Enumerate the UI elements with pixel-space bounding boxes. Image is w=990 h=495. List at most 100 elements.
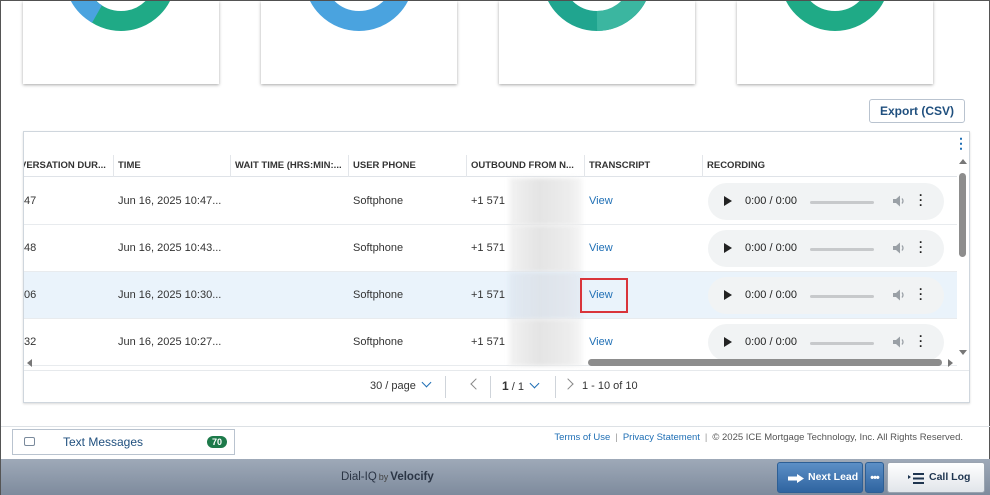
col-header-recording[interactable]: RECORDING [703, 155, 957, 177]
play-icon[interactable] [724, 290, 732, 300]
cell-user-phone: Softphone [353, 289, 404, 301]
col-header-transcript[interactable]: TRANSCRIPT [585, 155, 703, 177]
arrow-right-icon [788, 474, 804, 483]
donut-chart-2 [310, 1, 408, 31]
footer-divider [1, 426, 990, 427]
audio-options-kebab-icon[interactable]: · · · [919, 189, 923, 211]
page-select[interactable]: 1 / 1 [502, 371, 540, 402]
cell-time: Jun 16, 2025 10:30... [118, 289, 222, 301]
redacted-phone-number [509, 272, 582, 319]
dialer-bottom-bar: Dial-IQ by Velocify Next Lead ••• Call Log [1, 459, 990, 495]
cell-outbound-from: +1 571 [471, 242, 505, 254]
col-header-user-phone[interactable]: USER PHONE [349, 155, 467, 177]
cell-duration: 47 [24, 195, 37, 207]
divider: | [615, 432, 618, 443]
redacted-phone-number [509, 225, 582, 272]
volume-icon[interactable] [892, 241, 906, 255]
next-page-arrow-icon[interactable] [562, 378, 574, 390]
call-log-list-icon [908, 473, 924, 484]
copyright-text: © 2025 ICE Mortgage Technology, Inc. All… [712, 432, 963, 443]
terms-of-use-link[interactable]: Terms of Use [554, 432, 610, 443]
audio-options-kebab-icon[interactable]: · · · [919, 283, 923, 305]
previous-page-arrow-icon[interactable] [470, 378, 482, 390]
audio-progress-slider[interactable] [810, 295, 874, 298]
vertical-scroll-thumb[interactable] [959, 173, 966, 257]
scroll-up-arrow-icon[interactable] [959, 159, 967, 164]
next-lead-label: Next Lead [808, 471, 859, 483]
table-row-selected: 06 Jun 16, 2025 10:30... Softphone +1 57… [24, 272, 957, 319]
volume-icon[interactable] [892, 194, 906, 208]
chevron-down-icon [421, 377, 432, 388]
redacted-phone-number [509, 178, 582, 225]
cell-user-phone: Softphone [353, 195, 404, 207]
text-messages-button[interactable]: Text Messages 70 [12, 429, 235, 455]
audio-player[interactable]: 0:00 / 0:00 · · · [708, 230, 944, 267]
brand-by: by [378, 472, 389, 482]
divider [555, 376, 556, 398]
audio-options-kebab-icon[interactable]: · · · [919, 236, 923, 258]
col-header-outbound-from[interactable]: OUTBOUND FROM N... [467, 155, 585, 177]
horizontal-scroll-thumb[interactable] [588, 359, 942, 366]
volume-icon[interactable] [892, 335, 906, 349]
audio-options-kebab-icon[interactable]: · · · [919, 330, 923, 352]
transcript-view-link[interactable]: View [589, 225, 613, 272]
text-messages-label: Text Messages [63, 435, 144, 449]
audio-progress-slider[interactable] [810, 201, 874, 204]
cell-outbound-from: +1 571 [471, 195, 505, 207]
call-log-label: Call Log [929, 471, 971, 483]
donut-chart-card-1 [23, 1, 219, 84]
donut-chart-3 [548, 1, 646, 31]
page-size-value: 30 / page [370, 380, 416, 392]
footer-links: Terms of Use | Privacy Statement | © 2025 IC… [554, 432, 963, 443]
cell-duration: 06 [24, 289, 37, 301]
privacy-statement-link[interactable]: Privacy Statement [623, 432, 700, 443]
export-csv-button[interactable]: Export (CSV) [869, 99, 965, 123]
audio-progress-slider[interactable] [810, 342, 874, 345]
transcript-view-link[interactable]: View [589, 178, 613, 225]
cell-outbound-from: +1 571 [471, 289, 505, 301]
scroll-right-arrow-icon[interactable] [948, 359, 953, 367]
cell-duration: 48 [24, 242, 37, 254]
page-size-select[interactable]: 30 / page [370, 371, 432, 401]
chevron-down-icon [529, 378, 540, 389]
current-page: 1 [502, 379, 509, 393]
cell-time: Jun 16, 2025 10:47... [118, 195, 222, 207]
audio-time: 0:00 / 0:00 [745, 242, 797, 254]
total-pages: / 1 [511, 381, 524, 393]
scroll-left-arrow-icon[interactable] [27, 359, 32, 367]
donut-chart-card-4 [737, 1, 933, 84]
play-icon[interactable] [724, 196, 732, 206]
play-icon[interactable] [724, 243, 732, 253]
call-log-grid: ⋮ VERSATION DUR... TIME WAIT TIME (HRS:M… [23, 131, 970, 403]
donut-chart-card-2 [261, 1, 457, 84]
divider [445, 376, 446, 398]
divider [490, 376, 491, 398]
call-log-button[interactable]: Call Log [887, 462, 985, 493]
col-header-wait-time[interactable]: WAIT TIME (HRS:MIN:... [231, 155, 349, 177]
donut-chart-4 [786, 1, 884, 31]
volume-icon[interactable] [892, 288, 906, 302]
horizontal-scrollbar[interactable] [24, 357, 957, 369]
chat-bubble-icon [24, 437, 35, 446]
divider: | [704, 432, 708, 443]
dial-iq-brand: Dial-IQ by Velocify [341, 459, 434, 495]
col-header-conversation-duration[interactable]: VERSATION DUR... [24, 155, 114, 177]
scroll-down-arrow-icon[interactable] [959, 350, 967, 355]
donut-chart-card-3 [499, 1, 695, 84]
audio-progress-slider[interactable] [810, 248, 874, 251]
audio-player[interactable]: 0:00 / 0:00 · · · [708, 277, 944, 314]
more-options-button[interactable]: ••• [865, 462, 884, 493]
vertical-scrollbar[interactable] [957, 155, 969, 357]
audio-player[interactable]: 0:00 / 0:00 · · · [708, 183, 944, 220]
audio-player[interactable]: 0:00 / 0:00 · · · [708, 324, 944, 361]
audio-time: 0:00 / 0:00 [745, 336, 797, 348]
next-lead-button[interactable]: Next Lead [777, 462, 863, 493]
donut-chart-1 [70, 1, 170, 31]
column-options-kebab-icon[interactable]: ⋮ [954, 136, 968, 150]
text-messages-count-badge: 70 [207, 436, 227, 448]
col-header-time[interactable]: TIME [114, 155, 231, 177]
play-icon[interactable] [724, 337, 732, 347]
audio-time: 0:00 / 0:00 [745, 195, 797, 207]
cell-time: Jun 16, 2025 10:43... [118, 242, 222, 254]
annotation-highlight-box [580, 278, 628, 313]
